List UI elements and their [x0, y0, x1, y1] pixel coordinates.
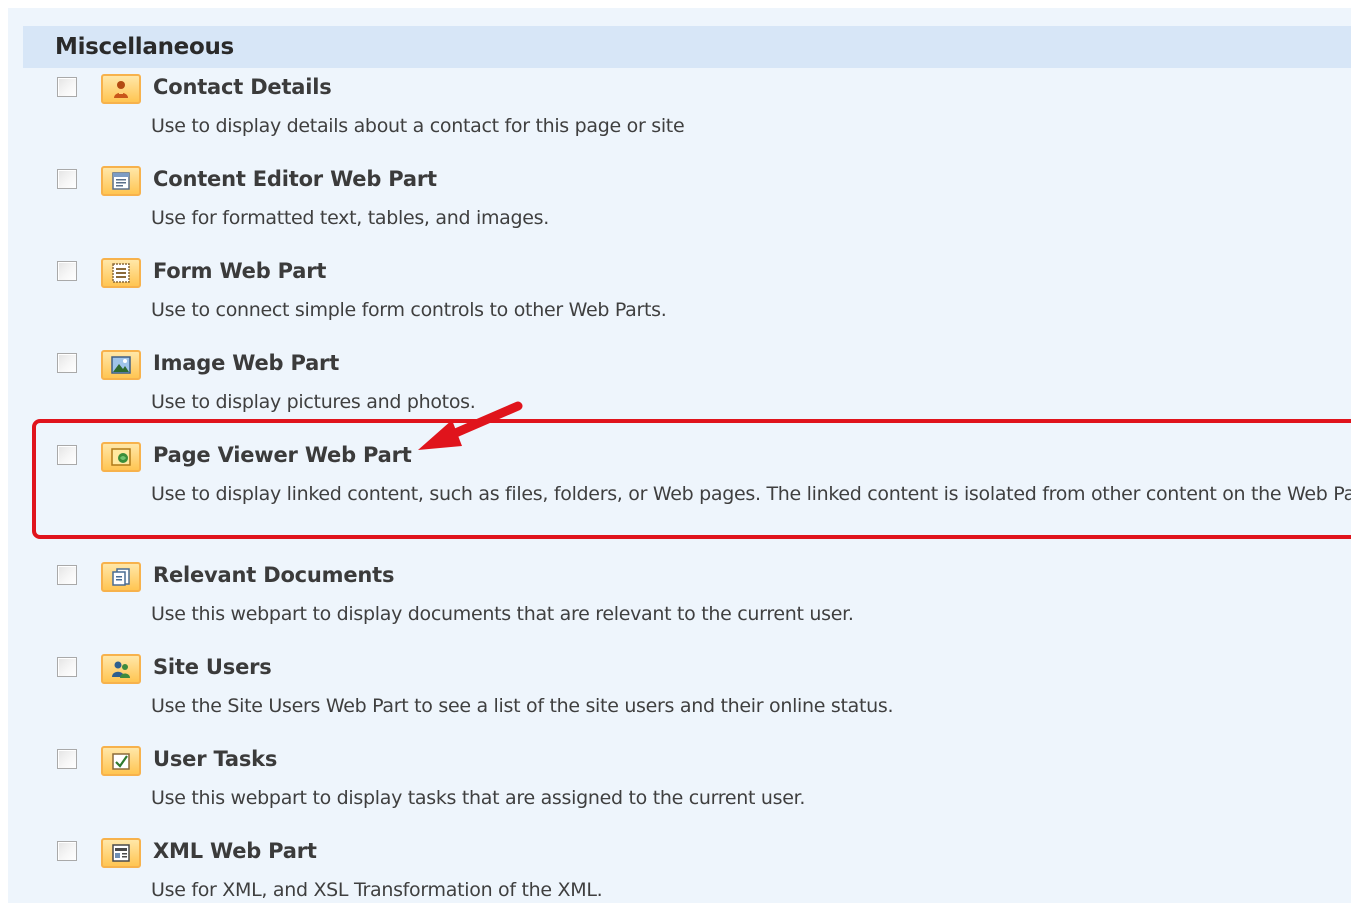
web-part-checkbox[interactable]	[57, 841, 77, 861]
web-part-checkbox[interactable]	[57, 749, 77, 769]
web-part-gallery-panel: Miscellaneous Contact Details Use to dis…	[8, 8, 1351, 903]
web-part-item-image: Image Web Part Use to display pictures a…	[8, 350, 1351, 430]
form-icon	[101, 258, 141, 288]
web-part-description: Use this webpart to display documents th…	[151, 603, 854, 625]
page-viewer-icon	[101, 442, 141, 472]
web-part-checkbox[interactable]	[57, 657, 77, 677]
web-part-checkbox[interactable]	[57, 445, 77, 465]
web-part-item-site-users: Site Users Use the Site Users Web Part t…	[8, 654, 1351, 734]
section-title: Miscellaneous	[55, 34, 234, 60]
web-part-description: Use for formatted text, tables, and imag…	[151, 207, 550, 229]
web-part-description: Use the Site Users Web Part to see a lis…	[151, 695, 894, 717]
documents-icon	[101, 562, 141, 592]
image-icon	[101, 350, 141, 380]
web-part-description: Use to display linked content, such as f…	[151, 483, 1351, 505]
site-users-icon	[101, 654, 141, 684]
web-part-checkbox[interactable]	[57, 77, 77, 97]
web-part-item-relevant-documents: Relevant Documents Use this webpart to d…	[8, 562, 1351, 642]
web-part-item-content-editor: Content Editor Web Part Use for formatte…	[8, 166, 1351, 246]
web-part-title[interactable]: Page Viewer Web Part	[153, 443, 412, 467]
web-part-description: Use to connect simple form controls to o…	[151, 299, 667, 321]
web-part-title[interactable]: XML Web Part	[153, 839, 317, 863]
web-part-title[interactable]: Site Users	[153, 655, 272, 679]
web-part-description: Use to display pictures and photos.	[151, 391, 476, 413]
web-part-description: Use for XML, and XSL Transformation of t…	[151, 879, 603, 901]
web-part-checkbox[interactable]	[57, 565, 77, 585]
web-part-title[interactable]: Image Web Part	[153, 351, 339, 375]
web-part-description: Use to display details about a contact f…	[151, 115, 685, 137]
web-part-title[interactable]: User Tasks	[153, 747, 277, 771]
web-part-checkbox[interactable]	[57, 353, 77, 373]
content-editor-icon	[101, 166, 141, 196]
web-part-title[interactable]: Contact Details	[153, 75, 332, 99]
web-part-description: Use this webpart to display tasks that a…	[151, 787, 806, 809]
web-part-checkbox[interactable]	[57, 261, 77, 281]
web-part-item-form: Form Web Part Use to connect simple form…	[8, 258, 1351, 338]
contact-card-icon	[101, 74, 141, 104]
web-part-checkbox[interactable]	[57, 169, 77, 189]
section-header: Miscellaneous	[23, 26, 1351, 68]
xml-icon	[101, 838, 141, 868]
web-part-item-xml: XML Web Part Use for XML, and XSL Transf…	[8, 838, 1351, 903]
web-part-item-contact-details: Contact Details Use to display details a…	[8, 74, 1351, 154]
web-part-title[interactable]: Form Web Part	[153, 259, 326, 283]
web-part-title[interactable]: Relevant Documents	[153, 563, 394, 587]
web-part-item-page-viewer: Page Viewer Web Part Use to display link…	[8, 442, 1351, 552]
tasks-icon	[101, 746, 141, 776]
web-part-item-user-tasks: User Tasks Use this webpart to display t…	[8, 746, 1351, 826]
web-part-title[interactable]: Content Editor Web Part	[153, 167, 437, 191]
